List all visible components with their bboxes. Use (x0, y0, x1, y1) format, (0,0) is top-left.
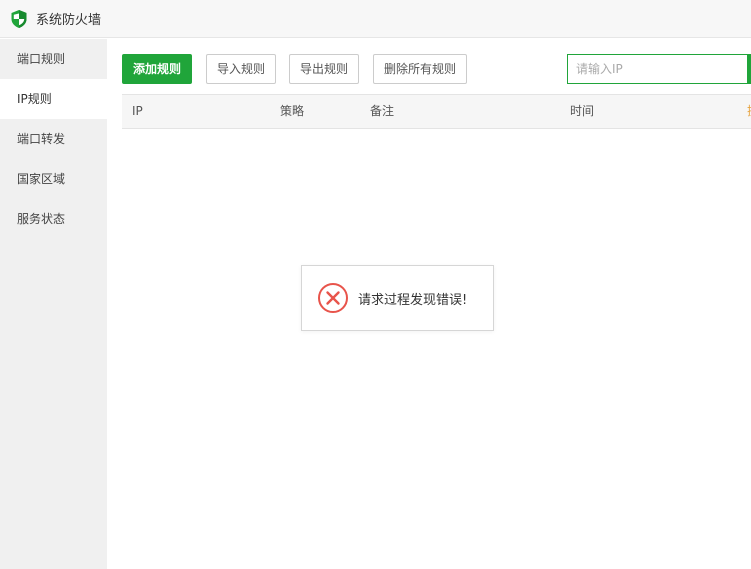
search-box (567, 54, 751, 84)
window-title: 系统防火墙 (36, 13, 102, 28)
search-button[interactable] (747, 54, 751, 84)
sidebar: 端口规则 IP规则 端口转发 国家区域 服务状态 (0, 39, 107, 569)
column-header-ip[interactable]: IP (132, 95, 143, 128)
error-message: 请求过程发现错误! (358, 292, 468, 308)
column-header-time[interactable]: 时间 (570, 95, 594, 128)
sidebar-item-label: 端口规则 (17, 52, 66, 66)
shield-icon (10, 9, 28, 29)
sidebar-item-label: 服务状态 (17, 212, 66, 226)
table-header: IP 策略 备注 时间 操 (122, 94, 751, 129)
sidebar-item-label: 端口转发 (17, 132, 66, 146)
column-header-remark[interactable]: 备注 (370, 95, 394, 128)
sidebar-item-service-status[interactable]: 服务状态 (0, 199, 107, 239)
sidebar-item-ip-rules[interactable]: IP规则 (0, 79, 107, 119)
delete-all-rules-button[interactable]: 删除所有规则 (373, 54, 467, 84)
import-rules-button[interactable]: 导入规则 (206, 54, 276, 84)
column-header-actions: 操 (747, 95, 751, 128)
error-circle-icon (317, 282, 349, 314)
sidebar-item-label: 国家区域 (17, 172, 66, 186)
ip-search-input[interactable] (568, 55, 746, 83)
error-toast: 请求过程发现错误! (301, 265, 494, 331)
column-header-policy[interactable]: 策略 (280, 95, 304, 128)
sidebar-item-port-forward[interactable]: 端口转发 (0, 119, 107, 159)
sidebar-item-country-region[interactable]: 国家区域 (0, 159, 107, 199)
export-rules-button[interactable]: 导出规则 (289, 54, 359, 84)
sidebar-item-port-rules[interactable]: 端口规则 (0, 39, 107, 79)
add-rule-button[interactable]: 添加规则 (122, 54, 192, 84)
sidebar-item-label: IP规则 (17, 92, 52, 106)
title-bar: 系统防火墙 (0, 0, 751, 38)
